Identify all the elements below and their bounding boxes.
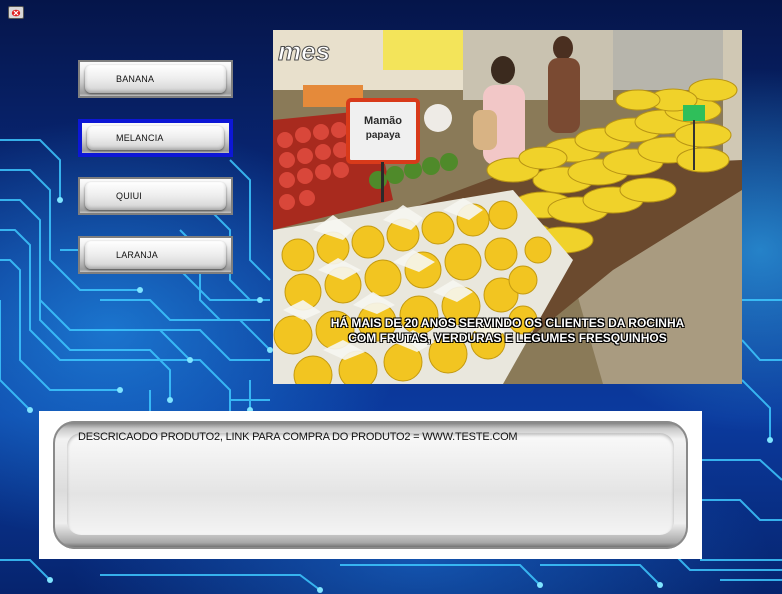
menu-button-melancia[interactable]: MELANCIA — [78, 119, 233, 157]
close-button[interactable] — [8, 6, 24, 19]
caption-line-2: COM FRUTAS, VERDURAS E LEGUMES FRESQUINH… — [348, 331, 667, 345]
close-icon — [11, 9, 21, 16]
description-text: DESCRICAODO PRODUTO2, LINK PARA COMPRA D… — [78, 431, 518, 443]
menu-button-quiui[interactable]: QUIUI — [78, 177, 233, 215]
video-player[interactable]: Mamão papaya mes HÁ MAIS DE 20 ANOS SERV… — [273, 30, 742, 384]
caption-line-1: HÁ MAIS DE 20 ANOS SERVINDO OS CLIENTES … — [330, 316, 685, 330]
price-sign-line2: papaya — [366, 130, 401, 141]
menu-button-label: LARANJA — [116, 250, 158, 260]
menu-button-label: QUIUI — [116, 191, 143, 201]
menu-button-label: MELANCIA — [116, 133, 164, 143]
menu-button-label: BANANA — [116, 74, 155, 84]
price-sign-line1: Mamão — [364, 115, 402, 127]
store-sign: mes — [278, 36, 330, 66]
menu-button-laranja[interactable]: LARANJA — [78, 236, 233, 274]
description-panel: DESCRICAODO PRODUTO2, LINK PARA COMPRA D… — [39, 411, 702, 559]
menu-button-banana[interactable]: BANANA — [78, 60, 233, 98]
video-caption: HÁ MAIS DE 20 ANOS SERVINDO OS CLIENTES … — [273, 316, 742, 346]
